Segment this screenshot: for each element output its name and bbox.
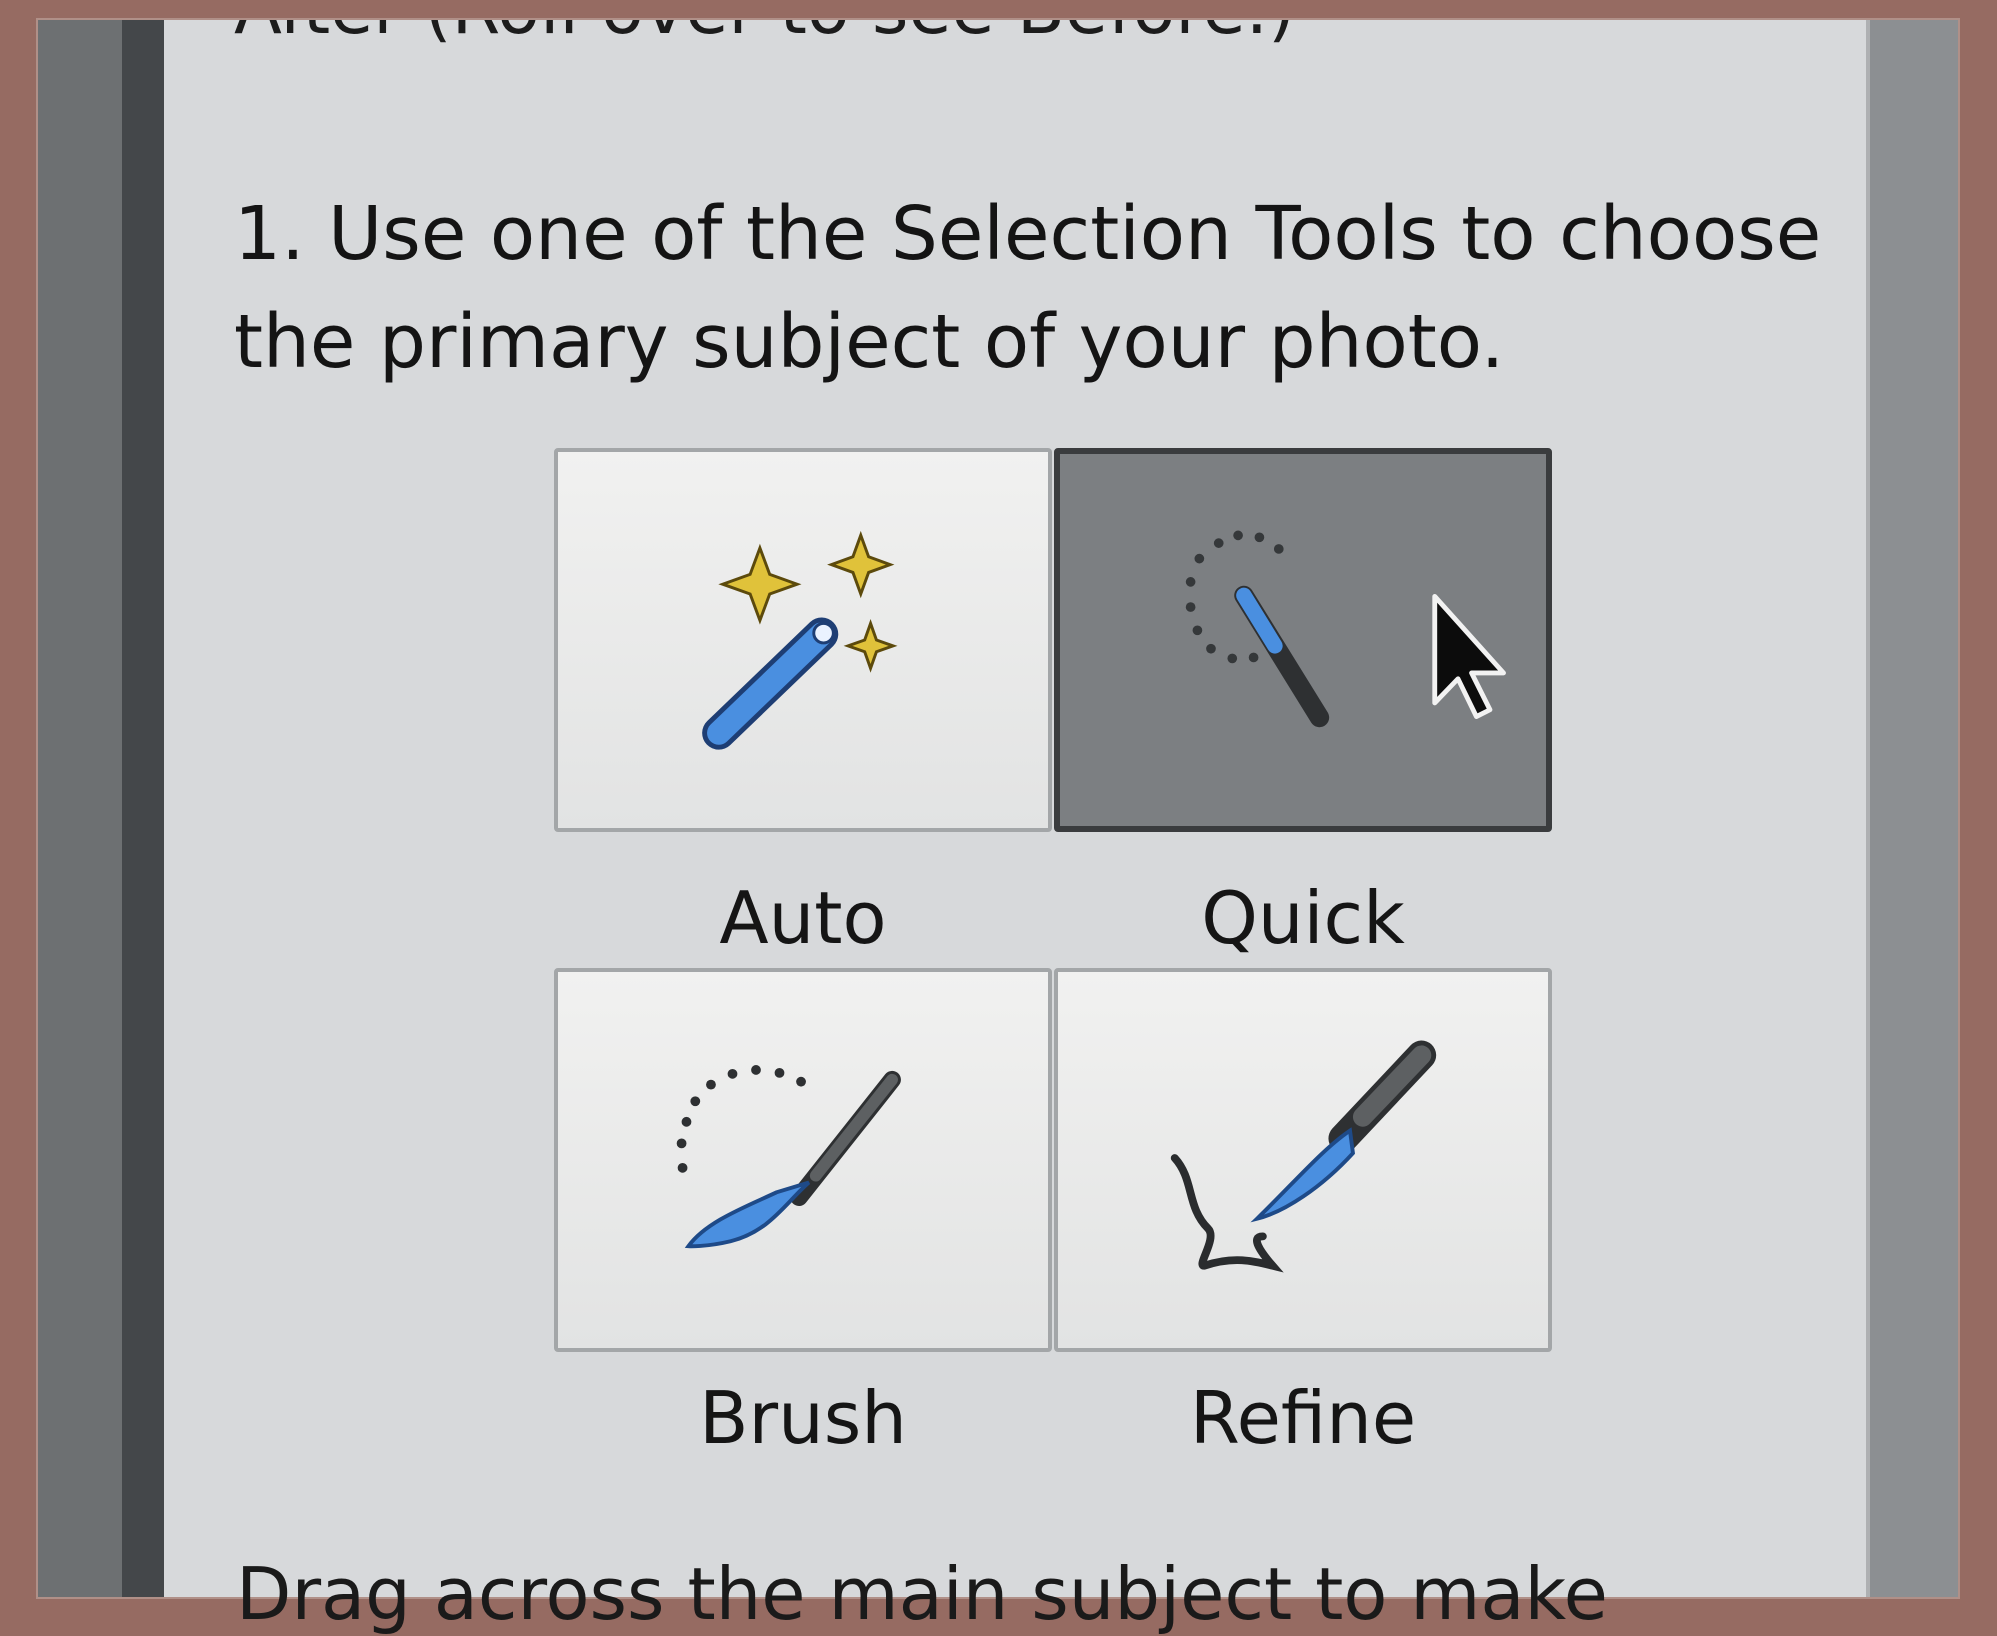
selection-brush-icon [676, 1065, 901, 1249]
tool-label-quick: Quick [1201, 876, 1405, 960]
app-window: After (Roll over to see Before.) 1. Use … [38, 20, 1958, 1597]
quick-selection-icon [1185, 530, 1506, 728]
magic-wand-icon [702, 530, 898, 750]
refine-selection-button[interactable] [1054, 968, 1552, 1352]
section-heading: After (Roll over to see Before.) [234, 20, 1295, 50]
left-gutter [38, 20, 122, 1597]
step-instruction-cut: Drag across the main subject to make [236, 1552, 1608, 1636]
brush-selection-button[interactable] [554, 968, 1052, 1352]
tool-label-brush: Brush [699, 1376, 907, 1460]
tool-label-auto: Auto [719, 876, 887, 960]
panel-left-border [122, 20, 164, 1597]
panel-right-border [1866, 20, 1958, 1597]
tool-label-refine: Refine [1189, 1376, 1417, 1460]
quick-selection-button[interactable] [1054, 448, 1552, 832]
mouse-cursor-icon [1432, 593, 1506, 719]
step-1-instruction: 1. Use one of the Selection Tools to cho… [234, 191, 1822, 385]
refine-selection-brush-icon [1170, 1040, 1437, 1273]
guided-edit-panel: After (Roll over to see Before.) 1. Use … [164, 20, 1866, 1597]
auto-selection-button[interactable] [554, 448, 1052, 832]
